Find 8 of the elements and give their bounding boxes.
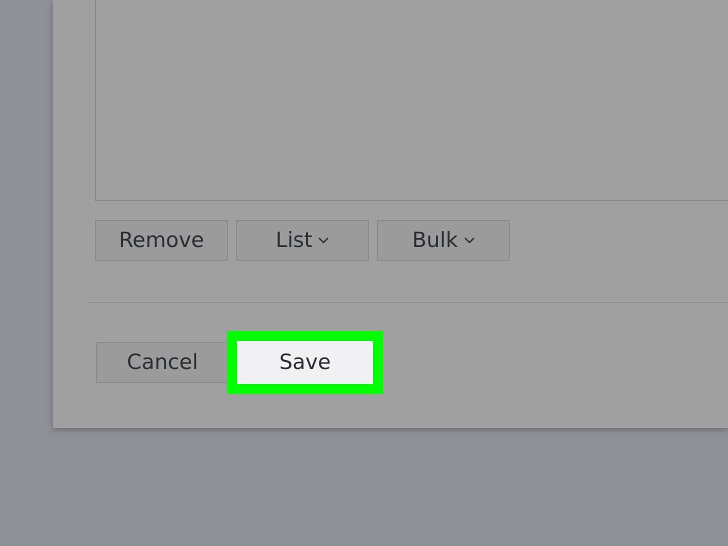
text-area[interactable] <box>95 0 728 201</box>
highlighted-button[interactable]: Save <box>237 341 373 384</box>
dropdown-button[interactable]: List <box>236 220 369 261</box>
dialog-button[interactable]: Cancel <box>96 342 229 383</box>
dropdown-button[interactable]: Bulk <box>377 220 510 261</box>
caret-icon <box>318 237 330 244</box>
caret-icon <box>464 237 475 244</box>
toolbar-button[interactable]: Remove <box>95 220 228 261</box>
